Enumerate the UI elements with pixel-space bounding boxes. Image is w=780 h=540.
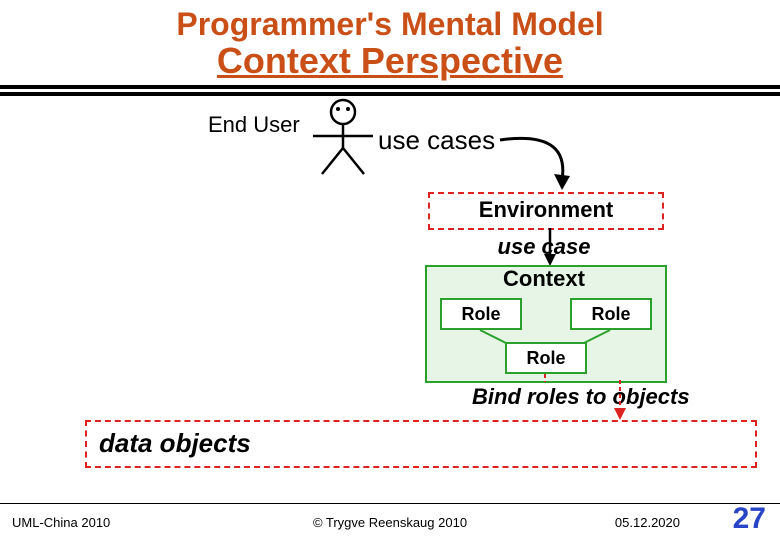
footer-page-number: 27 xyxy=(733,502,766,536)
role-label: Role xyxy=(591,304,630,324)
environment-box: Environment xyxy=(428,192,664,230)
title-rule-2 xyxy=(0,92,780,96)
role-label: Role xyxy=(461,304,500,324)
role-box-top-left: Role xyxy=(440,298,522,330)
data-objects-label: data objects xyxy=(99,428,251,458)
footer-date: 05.12.2020 xyxy=(615,515,680,530)
stick-figure-icon xyxy=(308,98,378,183)
title-rule-1 xyxy=(0,85,780,89)
footer-rule xyxy=(0,503,780,504)
use-cases-label: use cases xyxy=(378,125,495,156)
role-label: Role xyxy=(526,348,565,368)
context-label: Context xyxy=(425,266,663,292)
role-box-bottom: Role xyxy=(505,342,587,374)
title-line-1: Programmer's Mental Model xyxy=(0,6,780,43)
end-user-label: End User xyxy=(208,112,300,138)
role-box-top-right: Role xyxy=(570,298,652,330)
title-line-2: Context Perspective xyxy=(0,40,780,82)
slide: Programmer's Mental Model Context Perspe… xyxy=(0,0,780,540)
data-objects-box: data objects xyxy=(85,420,757,468)
environment-label: Environment xyxy=(479,197,613,222)
